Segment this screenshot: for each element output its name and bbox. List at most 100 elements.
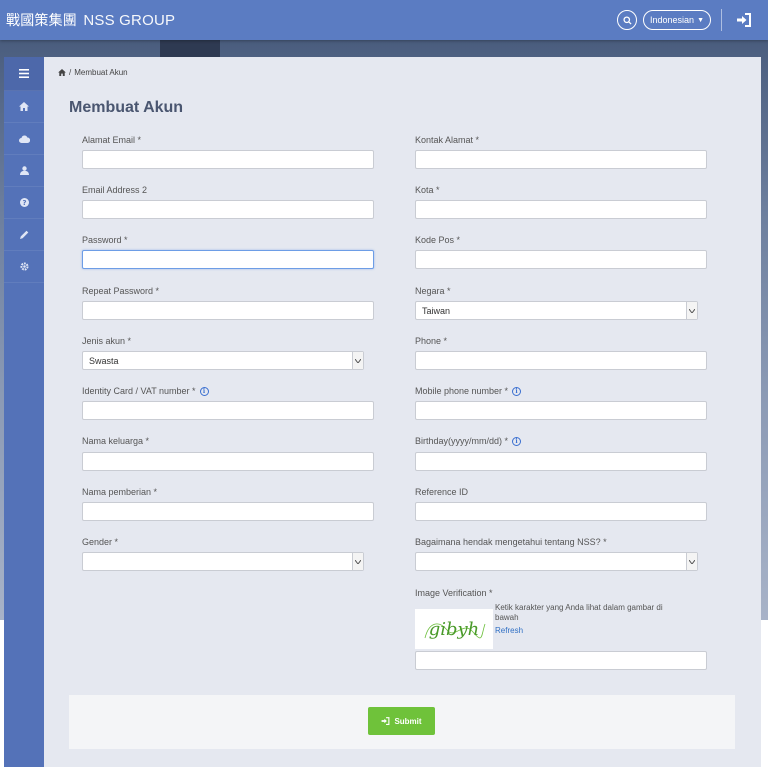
given-name-label-text: Nama pemberian * (82, 487, 158, 497)
gender-select[interactable] (82, 552, 364, 571)
given-name-label: Nama pemberian * (82, 487, 157, 497)
caret-down-icon: ▼ (697, 16, 704, 24)
given-name-input[interactable] (82, 502, 374, 521)
password-label: Password * (82, 235, 128, 245)
cloud-icon (18, 134, 30, 143)
email2-label-text: Email Address 2 (82, 185, 148, 195)
gender-label: Gender * (82, 537, 118, 547)
mobile-input[interactable] (415, 401, 707, 420)
submit-label: Submit (394, 716, 422, 726)
form-actions: Submit (69, 695, 735, 749)
phone-label: Phone * (415, 336, 447, 346)
question-circle-icon: ? (19, 198, 29, 207)
menu-icon (19, 69, 29, 78)
login-button[interactable] (736, 13, 752, 27)
header-divider (721, 9, 722, 31)
reference-id-label-text: Reference ID (415, 487, 469, 497)
chevron-down-icon (352, 553, 363, 570)
gender-label-text: Gender * (82, 537, 119, 547)
captcha-image: gibyh (415, 609, 493, 649)
identity-input[interactable] (82, 401, 374, 420)
postal-code-label-text: Kode Pos * (415, 235, 461, 245)
info-icon[interactable]: i (512, 386, 522, 396)
pencil-icon (19, 230, 28, 239)
phone-input[interactable] (415, 351, 707, 370)
country-value: Taiwan (422, 305, 451, 316)
brand-name-cn: 戰國策集團 (6, 13, 77, 29)
captcha-hint: Ketik karakter yang Anda lihat dalam gam… (495, 603, 663, 622)
phone-label-text: Phone * (415, 336, 448, 346)
birthday-input[interactable] (415, 452, 707, 471)
user-icon (19, 166, 29, 175)
repeat-password-input[interactable] (82, 301, 374, 320)
password-input[interactable] (82, 250, 374, 269)
page-title: Membuat Akun (69, 99, 184, 116)
source-label: Bagaimana hendak mengetahui tentang NSS?… (415, 537, 607, 547)
sidebar-item-home[interactable] (4, 91, 44, 123)
image-verification-label-text: Image Verification * (415, 588, 493, 598)
country-select[interactable]: Taiwan (415, 301, 698, 320)
email2-input[interactable] (82, 200, 374, 219)
sidebar: ? (4, 57, 44, 767)
sidebar-item-settings[interactable] (4, 251, 44, 283)
country-label: Negara * (415, 286, 451, 296)
country-label-text: Negara * (415, 286, 451, 296)
info-icon[interactable]: i (512, 436, 522, 446)
mobile-label: Mobile phone number * i (415, 386, 522, 396)
contact-address-label-text: Kontak Alamat * (415, 135, 480, 145)
home-icon[interactable] (58, 69, 66, 76)
mobile-label-text: Mobile phone number * (415, 386, 509, 396)
birthday-label-text: Birthday(yyyy/mm/dd) * (415, 436, 509, 446)
birthday-label: Birthday(yyyy/mm/dd) * i (415, 436, 522, 446)
home-icon (19, 102, 29, 111)
gear-icon (19, 262, 29, 271)
header-actions: Indonesian ▼ (617, 0, 768, 40)
language-dropdown[interactable]: Indonesian ▼ (643, 10, 711, 30)
identity-label-text: Identity Card / VAT number * (82, 386, 196, 396)
sidebar-item-help[interactable]: ? (4, 187, 44, 219)
city-label-text: Kota * (415, 185, 440, 195)
repeat-password-label-text: Repeat Password * (82, 286, 160, 296)
contact-address-input[interactable] (415, 150, 707, 169)
sign-in-icon (382, 717, 390, 725)
source-select[interactable] (415, 552, 698, 571)
family-name-input[interactable] (82, 452, 374, 471)
sidebar-toggle[interactable] (4, 57, 44, 91)
search-icon (622, 15, 632, 25)
city-input[interactable] (415, 200, 707, 219)
svg-text:?: ? (22, 199, 26, 207)
info-icon[interactable]: i (199, 386, 209, 396)
breadcrumb-current: Membuat Akun (74, 68, 128, 77)
password-label-text: Password * (82, 235, 128, 245)
email-input[interactable] (82, 150, 374, 169)
brand-name-en: NSS GROUP (83, 12, 176, 29)
sidebar-item-edit[interactable] (4, 219, 44, 251)
reference-id-label: Reference ID (415, 487, 468, 497)
search-button[interactable] (617, 10, 638, 30)
chevron-down-icon (352, 352, 363, 369)
sign-in-icon (737, 13, 751, 27)
brand-logo[interactable]: 戰國策集團 NSS GROUP (6, 10, 175, 30)
email2-label: Email Address 2 (82, 185, 147, 195)
language-label: Indonesian (650, 15, 695, 25)
captcha-graphic: gibyh (424, 619, 486, 640)
breadcrumb-separator: / (69, 68, 72, 77)
captcha-refresh-link[interactable]: Refresh (495, 626, 523, 635)
account-type-label-text: Jenis akun * (82, 336, 132, 346)
city-label: Kota * (415, 185, 440, 195)
submit-button[interactable]: Submit (368, 707, 435, 735)
account-type-value: Swasta (89, 355, 119, 366)
family-name-label: Nama keluarga * (82, 436, 149, 446)
captcha-input[interactable] (415, 651, 707, 670)
sidebar-item-cloud[interactable] (4, 123, 44, 155)
breadcrumb: / Membuat Akun (58, 68, 128, 77)
postal-code-input[interactable] (415, 250, 707, 269)
chevron-down-icon (686, 553, 697, 570)
email-label-text: Alamat Email * (82, 135, 142, 145)
account-type-select[interactable]: Swasta (82, 351, 364, 370)
family-name-label-text: Nama keluarga * (82, 436, 150, 446)
reference-id-input[interactable] (415, 502, 707, 521)
postal-code-label: Kode Pos * (415, 235, 460, 245)
sidebar-item-user[interactable] (4, 155, 44, 187)
captcha-text: gibyh (429, 619, 480, 640)
